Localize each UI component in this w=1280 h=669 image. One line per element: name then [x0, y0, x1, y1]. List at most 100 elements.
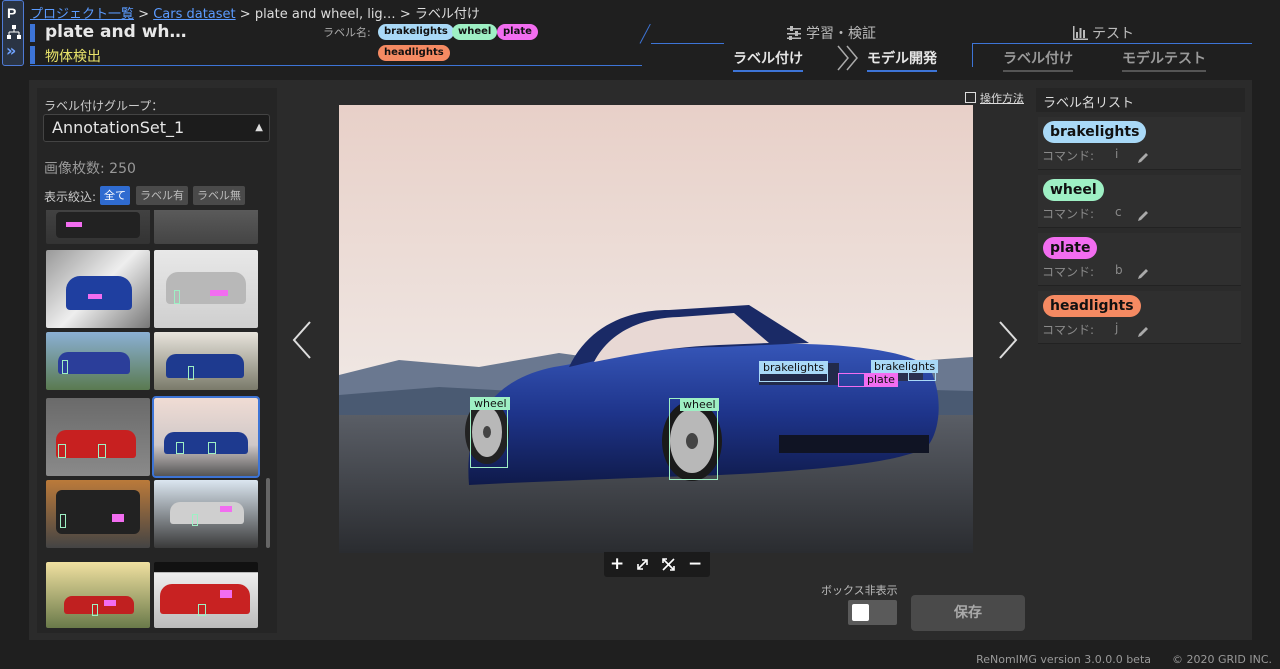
- project-accent-bars: [30, 24, 36, 64]
- thumbnail[interactable]: [46, 332, 150, 390]
- command-key: j: [1115, 321, 1119, 335]
- edit-pencil-icon[interactable]: [1136, 151, 1150, 165]
- hide-boxes-toggle[interactable]: [848, 600, 897, 625]
- label-names-title: ラベル名:: [323, 26, 371, 39]
- prev-image-arrow[interactable]: [290, 318, 312, 362]
- edit-pencil-icon[interactable]: [1136, 267, 1150, 281]
- label-chip-brakelights: brakelights: [378, 24, 454, 40]
- tab-labeling[interactable]: ラベル付け: [733, 48, 803, 72]
- bbox-label: brakelights: [871, 360, 939, 373]
- header-divider: [639, 23, 651, 44]
- car-image: [339, 105, 973, 553]
- breadcrumb-page: ラベル付け: [414, 7, 480, 22]
- command-key: b: [1115, 263, 1123, 277]
- label-item-brakelights[interactable]: brakelights コマンド: i: [1038, 117, 1241, 170]
- copyright-text: © 2020 GRID INC.: [1171, 653, 1272, 666]
- edit-pencil-icon[interactable]: [1136, 209, 1150, 223]
- header-divider: [651, 43, 724, 44]
- thumbnail-selected[interactable]: [152, 396, 260, 478]
- hierarchy-icon[interactable]: [7, 25, 21, 39]
- app-logo[interactable]: P: [7, 5, 16, 21]
- command-label: コマンド:: [1042, 207, 1095, 221]
- breadcrumb-sep: >: [134, 7, 154, 22]
- label-item-name: brakelights: [1043, 121, 1147, 143]
- project-title: plate and wh…: [45, 22, 187, 42]
- annotation-group-value: AnnotationSet_1: [52, 118, 185, 137]
- bbox-label: wheel: [471, 397, 510, 410]
- bbox-label: wheel: [680, 398, 719, 411]
- filter-all-button[interactable]: 全て: [100, 186, 130, 205]
- command-label: コマンド:: [1042, 149, 1095, 163]
- label-item-name: plate: [1043, 237, 1098, 259]
- bbox-label: brakelights: [760, 361, 828, 374]
- thumbnail-grid: [44, 210, 262, 628]
- annotation-group-select[interactable]: AnnotationSet_1 ▲: [43, 114, 270, 142]
- label-chip-plate: plate: [497, 24, 538, 40]
- test-divider: [972, 43, 973, 67]
- version-text: ReNomIMG version 3.0.0.0 beta: [976, 653, 1151, 666]
- thumbnail[interactable]: [46, 562, 150, 628]
- thumbnail-scrollbar[interactable]: [266, 478, 270, 548]
- filter-labeled-button[interactable]: ラベル有: [136, 186, 188, 205]
- label-item-headlights[interactable]: headlights コマンド: j: [1038, 291, 1241, 344]
- double-chevron-icon: [837, 45, 858, 71]
- command-label: コマンド:: [1042, 265, 1095, 279]
- zoom-out-icon[interactable]: −: [688, 554, 702, 574]
- breadcrumb-sep: >: [395, 7, 415, 22]
- filter-label: 表示絞込:: [44, 190, 97, 204]
- fit-screen-icon[interactable]: [662, 558, 675, 571]
- hide-boxes-label: ボックス非表示: [821, 584, 898, 597]
- command-key: i: [1115, 147, 1119, 161]
- command-label: コマンド:: [1042, 323, 1095, 337]
- test-section-header: テスト: [1072, 23, 1134, 43]
- thumbnail[interactable]: [154, 480, 258, 548]
- filter-unlabeled-button[interactable]: ラベル無: [193, 186, 245, 205]
- test-section-label: テスト: [1092, 26, 1134, 42]
- label-list-title: ラベル名リスト: [1043, 96, 1135, 111]
- thumbnail[interactable]: [46, 210, 150, 244]
- select-caret-icon: ▲: [255, 122, 263, 133]
- label-item-wheel[interactable]: wheel コマンド: c: [1038, 175, 1241, 228]
- side-rail: P »: [2, 0, 24, 66]
- thumbnail[interactable]: [154, 250, 258, 328]
- how-to-link[interactable]: 操作方法: [965, 90, 1024, 106]
- header-divider: [30, 65, 642, 66]
- breadcrumb-sep: >: [235, 7, 255, 22]
- breadcrumb-dataset-link[interactable]: Cars dataset: [153, 7, 235, 22]
- save-button[interactable]: 保存: [911, 595, 1025, 631]
- image-count: 画像枚数: 250: [44, 161, 136, 177]
- annotation-canvas[interactable]: brakelights brakelights plate wheel whee…: [339, 105, 973, 553]
- thumbnail[interactable]: [154, 210, 258, 244]
- next-image-arrow[interactable]: [998, 318, 1020, 362]
- footer: ReNomIMG version 3.0.0.0 beta © 2020 GRI…: [976, 653, 1272, 666]
- expand-icon[interactable]: [636, 558, 649, 571]
- bbox-label: plate: [864, 373, 898, 386]
- thumbnail[interactable]: [154, 332, 258, 390]
- zoom-in-icon[interactable]: +: [610, 554, 624, 574]
- label-chip-headlights: headlights: [378, 45, 450, 61]
- expand-chevron-icon[interactable]: »: [6, 43, 16, 59]
- tab-test-labeling[interactable]: ラベル付け: [1003, 48, 1073, 72]
- label-item-name: headlights: [1043, 295, 1141, 317]
- test-divider: [972, 43, 1252, 44]
- thumbnail[interactable]: [46, 250, 150, 328]
- toggle-knob: [852, 604, 869, 621]
- tab-model-development[interactable]: モデル開発: [867, 48, 937, 72]
- command-key: c: [1115, 205, 1122, 219]
- annotation-group-label: ラベル付けグループ：: [44, 99, 164, 113]
- label-item-plate[interactable]: plate コマンド: b: [1038, 233, 1241, 286]
- zoom-toolbar: + −: [604, 552, 710, 577]
- breadcrumb-projects-link[interactable]: プロジェクト一覧: [30, 7, 134, 22]
- tab-model-test[interactable]: モデルテスト: [1122, 48, 1206, 72]
- thumbnail[interactable]: [46, 480, 150, 548]
- project-task: 物体検出: [45, 49, 101, 65]
- edit-pencil-icon[interactable]: [1136, 325, 1150, 339]
- thumbnail[interactable]: [154, 562, 258, 628]
- app: P » プロジェクト一覧 > Cars dataset > plate and …: [0, 0, 1280, 669]
- external-window-icon: [965, 92, 976, 103]
- train-section-header: 学習・検証: [786, 23, 876, 43]
- thumbnail[interactable]: [46, 398, 150, 476]
- label-item-name: wheel: [1043, 179, 1104, 201]
- sliders-icon: [787, 26, 801, 40]
- how-to-label: 操作方法: [980, 92, 1024, 105]
